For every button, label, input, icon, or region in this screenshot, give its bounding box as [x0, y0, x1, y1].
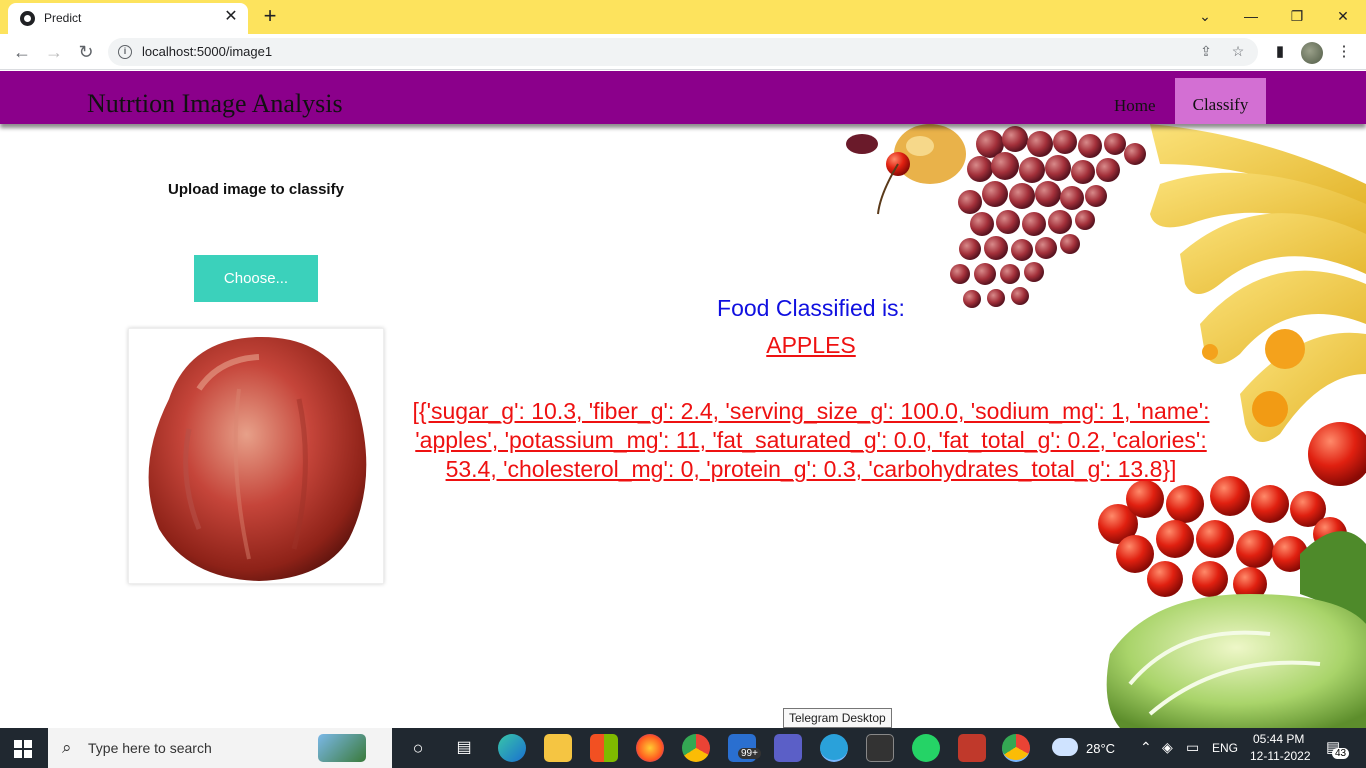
telegram-icon[interactable]: [820, 734, 848, 762]
result-heading: Food Classified is:: [717, 295, 905, 321]
bookmark-star-icon[interactable]: ☆: [1228, 43, 1248, 61]
globe-icon: [20, 11, 35, 26]
language-indicator[interactable]: ENG: [1212, 741, 1238, 755]
side-panel-icon[interactable]: ▮: [1269, 42, 1291, 64]
browser-tab-strip: Predict ✕ + ⌄ — ❐ ✕: [0, 0, 1366, 34]
close-tab-icon[interactable]: ✕: [222, 8, 240, 26]
back-button[interactable]: ←: [9, 40, 35, 64]
search-icon: ⌕: [62, 738, 72, 757]
share-icon[interactable]: ⇪: [1196, 43, 1216, 61]
store-icon[interactable]: [590, 734, 618, 762]
windows-taskbar: ⌕ Type here to search ○ ▤ 99+ 28°C ⌃ ◈ ▭…: [0, 728, 1366, 768]
address-bar[interactable]: i localhost:5000/image1 ⇪ ☆: [108, 38, 1258, 66]
close-window-button[interactable]: ✕: [1320, 4, 1366, 28]
mail-badge: 99+: [738, 748, 761, 759]
nav-home-link[interactable]: Home: [1100, 79, 1170, 124]
menu-kebab-icon[interactable]: ⋮: [1333, 42, 1355, 64]
weather-cloud-icon[interactable]: [1052, 738, 1078, 756]
apple-image: [148, 336, 367, 581]
reload-button[interactable]: ↻: [73, 40, 99, 64]
forward-button[interactable]: →: [41, 40, 67, 64]
nutrition-facts-text[interactable]: [{'sugar_g': 10.3, 'fiber_g': 2.4, 'serv…: [391, 397, 1231, 484]
web-page: Nutrtion Image Analysis Home Classify Up…: [0, 71, 1366, 728]
minimize-button[interactable]: —: [1228, 4, 1274, 28]
choose-file-button[interactable]: Choose...: [194, 255, 318, 302]
edge-icon[interactable]: [498, 734, 526, 762]
tray-app-icon[interactable]: ◈: [1162, 739, 1173, 756]
terminal-icon[interactable]: [866, 734, 894, 762]
browser-toolbar: ← → ↻ i localhost:5000/image1 ⇪ ☆ ▮ ⋮: [0, 34, 1366, 70]
weather-temp[interactable]: 28°C: [1086, 741, 1115, 756]
clock-time[interactable]: 05:44 PM: [1253, 732, 1304, 746]
new-tab-button[interactable]: +: [258, 5, 282, 29]
url-text[interactable]: localhost:5000/image1: [142, 44, 272, 59]
result-food-name[interactable]: APPLES: [611, 332, 1011, 359]
mail-icon[interactable]: 99+: [728, 734, 761, 762]
tab-search-chevron-icon[interactable]: ⌄: [1182, 4, 1228, 28]
whatsapp-icon[interactable]: [912, 734, 940, 762]
search-placeholder: Type here to search: [88, 740, 212, 756]
tab-title: Predict: [44, 11, 82, 25]
cortana-icon[interactable]: ○: [404, 734, 432, 762]
uploaded-image-preview: [128, 328, 384, 584]
search-highlight-icon[interactable]: [318, 734, 366, 762]
site-brand[interactable]: Nutrtion Image Analysis: [87, 89, 343, 119]
windows-start-icon[interactable]: [14, 740, 32, 758]
profile-avatar[interactable]: [1301, 42, 1323, 64]
snipping-tool-icon[interactable]: [958, 734, 986, 762]
chrome-active-icon[interactable]: [1002, 734, 1030, 762]
firefox-icon[interactable]: [636, 734, 664, 762]
upload-heading: Upload image to classify: [168, 181, 344, 198]
site-navbar: Nutrtion Image Analysis Home Classify: [0, 71, 1366, 124]
wifi-icon[interactable]: ▭: [1186, 739, 1199, 756]
nav-classify-link[interactable]: Classify: [1175, 78, 1266, 124]
file-explorer-icon[interactable]: [544, 734, 572, 762]
site-info-icon[interactable]: i: [118, 45, 132, 59]
notification-count: 43: [1332, 748, 1350, 759]
teams-icon[interactable]: [774, 734, 802, 762]
tray-chevron-icon[interactable]: ⌃: [1140, 739, 1152, 756]
taskbar-tooltip: Telegram Desktop: [783, 708, 892, 728]
clock-date[interactable]: 12-11-2022: [1250, 749, 1311, 763]
chrome-icon[interactable]: [682, 734, 710, 762]
task-view-icon[interactable]: ▤: [450, 734, 478, 762]
restore-button[interactable]: ❐: [1274, 4, 1320, 28]
browser-tab[interactable]: Predict ✕: [8, 3, 248, 34]
